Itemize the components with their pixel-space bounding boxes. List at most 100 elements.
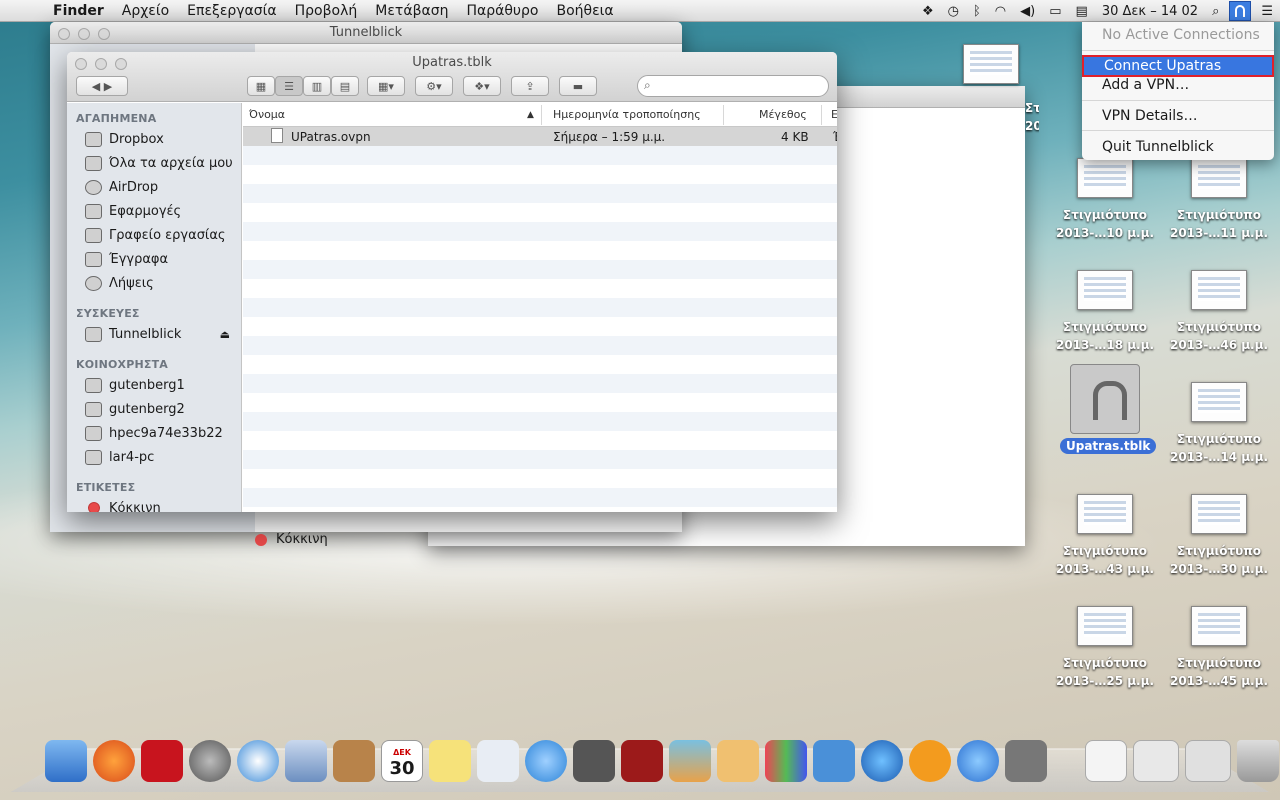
desktop-upatras-tblk[interactable]: Upatras.tblk xyxy=(1060,364,1157,454)
bluetooth-icon[interactable]: ᛒ xyxy=(966,4,988,19)
downloads-stack-icon[interactable] xyxy=(1185,740,1231,782)
dropbox-status-icon[interactable]: ❖ xyxy=(915,4,941,19)
sidebar-item-hpec[interactable]: hpec9a74e33b22 xyxy=(85,423,223,443)
back-forward-button[interactable]: ◀ ▶ xyxy=(76,76,128,96)
sidebar-item-downloads[interactable]: Λήψεις xyxy=(85,273,154,293)
input-flag-icon[interactable]: ▤ xyxy=(1069,4,1095,19)
sidebar-item-desktop[interactable]: Γραφείο εργασίας xyxy=(85,225,226,245)
file-list[interactable]: Όνομα ▲ Ημερομηνία τροποποίησης Μέγεθος … xyxy=(243,103,837,512)
spotlight-icon[interactable]: ⌕ xyxy=(1205,4,1226,19)
search-field[interactable]: ⌕ xyxy=(637,75,829,97)
share-button[interactable]: ⇪ xyxy=(511,76,549,96)
sidebar-item-airdrop[interactable]: AirDrop xyxy=(85,177,158,197)
document-icon xyxy=(271,128,283,143)
computer-icon xyxy=(85,377,102,393)
column-date[interactable]: Ημερομηνία τροποποίησης xyxy=(553,108,701,121)
firefox-icon[interactable] xyxy=(93,740,135,782)
tags-button[interactable]: ▬ xyxy=(559,76,597,96)
desktop-screenshot-icon[interactable]: Στιγμιότυπο 2013-…46 μ.μ. xyxy=(1164,270,1274,354)
desktop-screenshot-icon[interactable]: Στιγμιότυπο 2013-…25 μ.μ. xyxy=(1050,606,1160,690)
sidebar-item-lar4-pc[interactable]: lar4-pc xyxy=(85,447,154,467)
sidebar-item-dropbox[interactable]: Dropbox xyxy=(85,129,164,149)
tunnelblick-menu-icon[interactable] xyxy=(1229,1,1252,21)
clock[interactable]: 30 Δεκ – 14 02 xyxy=(1095,4,1205,19)
reminders-icon[interactable] xyxy=(477,740,519,782)
calendar-icon[interactable]: ΔΕΚ 30 xyxy=(381,740,423,782)
notification-center-icon[interactable]: ☰ xyxy=(1254,4,1280,19)
quit-tunnelblick-item[interactable]: Quit Tunnelblick xyxy=(1082,136,1274,158)
list-view-button[interactable]: ☰ xyxy=(275,76,303,96)
sidebar-item-gutenberg2[interactable]: gutenberg2 xyxy=(85,399,185,419)
desktop-screenshot-icon[interactable]: Στιγμιότυπο 2013-…11 μ.μ. xyxy=(1164,158,1274,242)
pages-icon[interactable] xyxy=(717,740,759,782)
battery-icon[interactable]: ▭ xyxy=(1042,4,1068,19)
arrange-button[interactable]: ▦▾ xyxy=(367,76,405,96)
dropbox-toolbar-button[interactable]: ❖▾ xyxy=(463,76,501,96)
ibooks-icon[interactable] xyxy=(909,740,951,782)
menu-edit[interactable]: Επεξεργασία xyxy=(178,3,285,19)
finder-icon[interactable] xyxy=(45,740,87,782)
downloads-icon xyxy=(85,275,102,291)
mail-icon[interactable] xyxy=(285,740,327,782)
itunes-icon[interactable] xyxy=(861,740,903,782)
wifi-icon[interactable]: ◠ xyxy=(988,4,1013,19)
finder-window[interactable]: Upatras.tblk ◀ ▶ ▦ ☰ ▥ ▤ ▦▾ ⚙▾ ❖▾ ⇪ ▬ ⌕ … xyxy=(67,52,837,512)
time-machine-icon[interactable]: ◷ xyxy=(941,4,966,19)
sidebar-item-tag-red[interactable]: Κόκκινη xyxy=(85,498,161,512)
desktop-screenshot-icon[interactable]: Στιγμιότυπο 2013-…30 μ.μ. xyxy=(1164,494,1274,578)
screenshots-stack-icon[interactable] xyxy=(1133,740,1179,782)
launchpad-icon[interactable] xyxy=(189,740,231,782)
sidebar-item-gutenberg1[interactable]: gutenberg1 xyxy=(85,375,185,395)
table-row[interactable]: UPatras.ovpn Σήμερα – 1:59 μ.μ. 4 KB Έ xyxy=(243,127,837,146)
window-title: Upatras.tblk xyxy=(412,55,492,70)
notes-icon[interactable] xyxy=(429,740,471,782)
desktop-screenshot-icon[interactable] xyxy=(936,44,1046,92)
eject-icon[interactable]: ⏏ xyxy=(220,328,230,341)
numbers-icon[interactable] xyxy=(765,740,807,782)
keynote-icon[interactable] xyxy=(813,740,855,782)
app-store-icon[interactable] xyxy=(957,740,999,782)
trash-icon[interactable] xyxy=(1237,740,1279,782)
sidebar-item-all-my-files[interactable]: Όλα τα αρχεία μου xyxy=(85,153,233,173)
column-name[interactable]: Όνομα xyxy=(249,108,285,121)
menu-help[interactable]: Βοήθεια xyxy=(548,3,623,19)
column-size[interactable]: Μέγεθος xyxy=(759,108,807,121)
desktop-screenshot-icon[interactable]: Στιγμιότυπο 2013-…14 μ.μ. xyxy=(1164,382,1274,466)
tunnelblick-window-titlebar[interactable]: Tunnelblick xyxy=(50,22,682,44)
add-vpn-item[interactable]: Add a VPN… xyxy=(1082,74,1274,96)
menu-app-finder[interactable]: Finder xyxy=(44,3,113,19)
column-view-button[interactable]: ▥ xyxy=(303,76,331,96)
red-tag-icon xyxy=(255,533,267,546)
tunnelblick-sidebar-tag-red[interactable]: Κόκκινη xyxy=(255,532,328,547)
menu-file[interactable]: Αρχείο xyxy=(113,3,178,19)
desktop-screenshot-icon[interactable]: Στιγμιότυπο 2013-…43 μ.μ. xyxy=(1050,494,1160,578)
iphoto-icon[interactable] xyxy=(669,740,711,782)
contacts-icon[interactable] xyxy=(333,740,375,782)
vpn-details-item[interactable]: VPN Details… xyxy=(1082,105,1274,127)
desktop-screenshot-icon[interactable]: Στιγμιότυπο 2013-…45 μ.μ. xyxy=(1164,606,1274,690)
sidebar-item-documents[interactable]: Έγγραφα xyxy=(85,249,168,269)
system-preferences-icon[interactable] xyxy=(1005,740,1047,782)
sidebar-item-tunnelblick[interactable]: Tunnelblick ⏏ xyxy=(85,324,230,344)
facetime-icon[interactable] xyxy=(573,740,615,782)
document-stack-icon[interactable] xyxy=(1085,740,1127,782)
coverflow-view-button[interactable]: ▤ xyxy=(331,76,359,96)
finder-toolbar[interactable]: Upatras.tblk ◀ ▶ ▦ ☰ ▥ ▤ ▦▾ ⚙▾ ❖▾ ⇪ ▬ ⌕ xyxy=(67,52,837,102)
column-header[interactable]: Όνομα ▲ Ημερομηνία τροποποίησης Μέγεθος … xyxy=(243,103,837,127)
action-gear-button[interactable]: ⚙▾ xyxy=(415,76,453,96)
acrobat-icon[interactable] xyxy=(141,740,183,782)
column-kind[interactable]: Ε xyxy=(831,108,837,121)
menu-view[interactable]: Προβολή xyxy=(286,3,367,19)
volume-icon[interactable]: ◀) xyxy=(1013,4,1042,19)
messages-icon[interactable] xyxy=(525,740,567,782)
sidebar-item-applications[interactable]: Εφαρμογές xyxy=(85,201,181,221)
search-icon: ⌕ xyxy=(644,78,651,92)
desktop-screenshot-icon[interactable]: Στιγμιότυπο 2013-…10 μ.μ. xyxy=(1050,158,1160,242)
tunnelblick-config-icon xyxy=(1070,364,1140,434)
photo-booth-icon[interactable] xyxy=(621,740,663,782)
menu-go[interactable]: Μετάβαση xyxy=(366,3,457,19)
safari-icon[interactable] xyxy=(237,740,279,782)
icon-view-button[interactable]: ▦ xyxy=(247,76,275,96)
desktop-screenshot-icon[interactable]: Στιγμιότυπο 2013-…18 μ.μ. xyxy=(1050,270,1160,354)
menu-window[interactable]: Παράθυρο xyxy=(458,3,548,19)
